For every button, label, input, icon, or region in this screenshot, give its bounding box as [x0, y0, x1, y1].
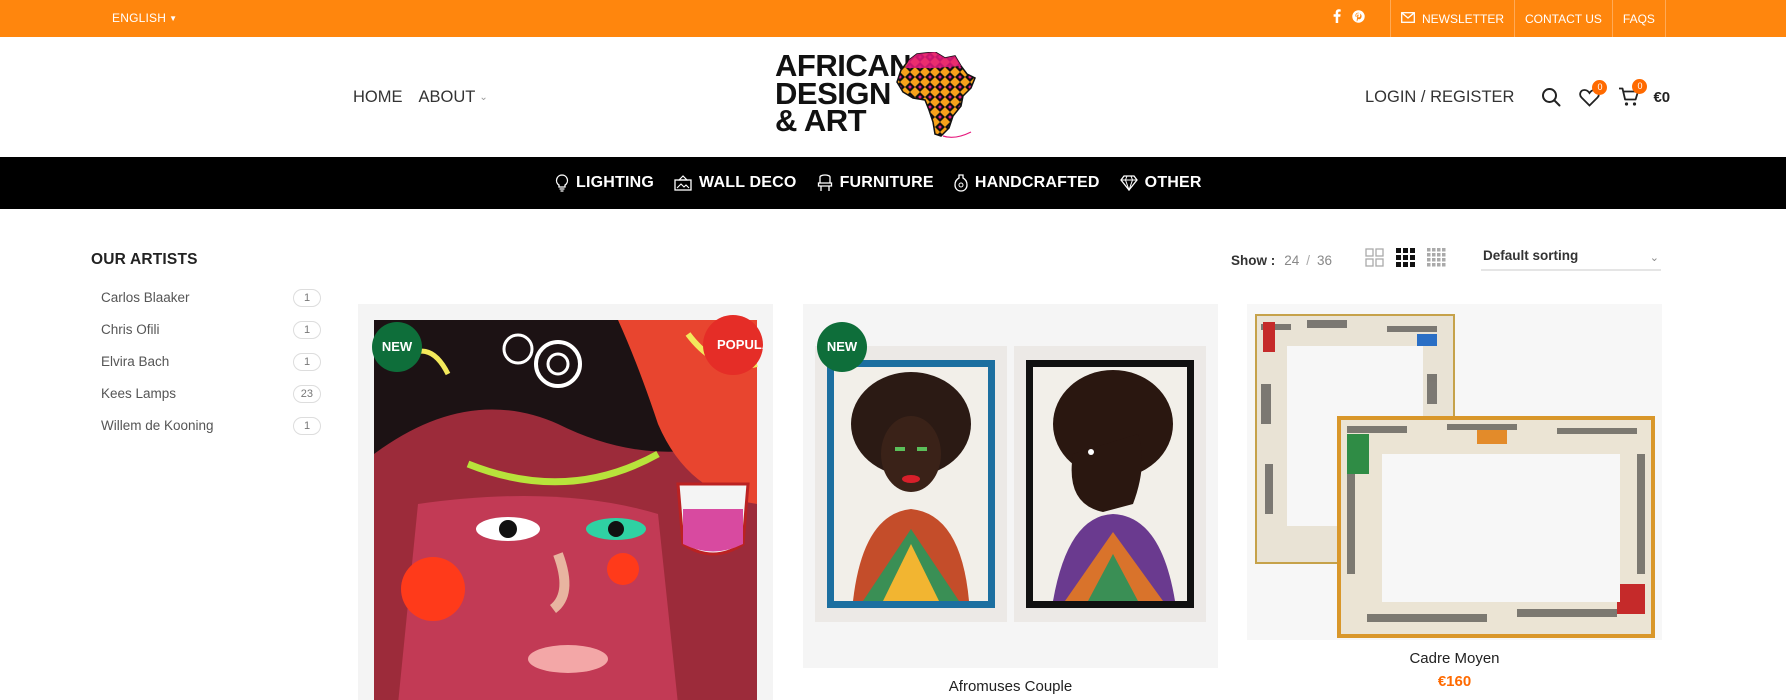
- category-furniture[interactable]: FURNITURE: [817, 174, 934, 192]
- newsletter-label: NEWSLETTER: [1422, 11, 1505, 26]
- artist-list: Carlos Blaaker 1 Chris Ofili 1 Elvira Bach…: [91, 289, 321, 449]
- artist-name: Carlos Blaaker: [101, 290, 190, 305]
- new-badge: NEW: [817, 322, 867, 372]
- sort-select[interactable]: Default sorting ⌄: [1481, 245, 1661, 271]
- artist-name: Willem de Kooning: [101, 418, 214, 433]
- nav-about[interactable]: ABOUT ⌄: [419, 88, 488, 107]
- popular-badge: POPULAR: [703, 315, 763, 375]
- per-page-24[interactable]: 24: [1284, 253, 1299, 268]
- category-nav: LIGHTING WALL DECO FURNITURE HANDCRAFTED…: [555, 157, 1202, 209]
- product-price: €160: [1437, 673, 1472, 690]
- main-nav: HOME ABOUT ⌄: [353, 37, 488, 157]
- per-page-separator: /: [1306, 252, 1311, 268]
- chair-icon: [817, 174, 832, 191]
- contact-us-label: CONTACT US: [1525, 11, 1602, 26]
- logo-text: AFRICAN DESIGN & ART: [775, 50, 912, 138]
- category-label: OTHER: [1144, 174, 1202, 191]
- cart-button[interactable]: 0: [1618, 79, 1648, 107]
- artist-name: Chris Ofili: [101, 322, 160, 337]
- chevron-down-icon: ⌄: [1649, 252, 1659, 264]
- grid-4-columns-icon[interactable]: [1427, 248, 1446, 272]
- search-icon[interactable]: [1541, 87, 1561, 107]
- cart-total[interactable]: €0: [1653, 89, 1670, 106]
- artist-count: 1: [293, 353, 321, 371]
- envelope-icon: [1401, 1, 1415, 37]
- afromuses-couple-image: [803, 304, 1218, 668]
- lightbulb-icon: [555, 174, 569, 192]
- header-actions: LOGIN / REGISTER 0 0 €0: [1365, 37, 1670, 157]
- facebook-icon[interactable]: [1333, 9, 1341, 28]
- category-other[interactable]: OTHER: [1119, 174, 1202, 192]
- social-links: [1333, 0, 1365, 37]
- artists-sidebar: OUR ARTISTS Carlos Blaaker 1 Chris Ofili 1…: [91, 251, 321, 449]
- artist-name: Elvira Bach: [101, 354, 170, 369]
- category-label: LIGHTING: [576, 174, 655, 191]
- new-badge: NEW: [372, 322, 422, 372]
- artist-count: 1: [293, 289, 321, 307]
- artist-count: 1: [293, 321, 321, 339]
- logo-line-3: & ART: [775, 103, 867, 138]
- vase-icon: [954, 174, 968, 192]
- category-handcrafted[interactable]: HANDCRAFTED: [954, 174, 1100, 192]
- product-image[interactable]: NEW POPULAR: [358, 304, 773, 700]
- show-label: Show :: [1231, 252, 1276, 268]
- artist-count: 23: [292, 385, 321, 403]
- artist-item[interactable]: Carlos Blaaker 1: [91, 289, 321, 321]
- picture-frame-icon: [674, 175, 692, 191]
- product-card[interactable]: NEW Afromuses Couple: [803, 304, 1218, 695]
- nav-home-label: HOME: [353, 87, 403, 106]
- product-name[interactable]: Cadre Moyen: [1247, 650, 1662, 667]
- faqs-link[interactable]: FAQS: [1611, 0, 1666, 37]
- sidebar-title: OUR ARTISTS: [91, 251, 198, 268]
- wishlist-button[interactable]: 0: [1579, 79, 1608, 107]
- top-bar: ENGLISH ▼ NEWSLETTER CONTACT US FAQS: [0, 0, 1786, 37]
- artist-item[interactable]: Willem de Kooning 1: [91, 417, 321, 449]
- category-label: HANDCRAFTED: [974, 174, 1100, 191]
- shop-toolbar: Show : 24 / 36 Default sorting ⌄: [1231, 248, 1661, 272]
- chevron-down-icon: ▼: [169, 14, 178, 23]
- grid-3-columns-icon[interactable]: [1396, 248, 1416, 272]
- wishlist-count-badge: 0: [1592, 79, 1608, 95]
- language-selector[interactable]: ENGLISH ▼: [112, 0, 177, 37]
- nav-about-label: ABOUT: [418, 87, 476, 106]
- product-image[interactable]: NEW: [803, 304, 1218, 668]
- product-card[interactable]: Cadre Moyen €160: [1247, 304, 1662, 690]
- category-lighting[interactable]: LIGHTING: [555, 174, 654, 192]
- contact-us-link[interactable]: CONTACT US: [1514, 0, 1612, 37]
- login-register-link[interactable]: LOGIN / REGISTER: [1365, 88, 1514, 107]
- product-card[interactable]: NEW POPULAR: [358, 304, 773, 700]
- artist-count: 1: [293, 417, 321, 435]
- grid-2-columns-icon[interactable]: [1365, 248, 1384, 272]
- product-image[interactable]: [1247, 304, 1662, 640]
- africa-map-icon: [896, 52, 976, 138]
- top-links: NEWSLETTER CONTACT US FAQS: [1390, 0, 1666, 37]
- category-label: FURNITURE: [839, 174, 934, 191]
- nav-home[interactable]: HOME: [353, 88, 403, 107]
- artist-name: Kees Lamps: [101, 386, 177, 401]
- per-page-36[interactable]: 36: [1317, 253, 1332, 268]
- category-label: WALL DECO: [699, 174, 797, 191]
- artist-item[interactable]: Kees Lamps 23: [91, 385, 321, 417]
- cart-count-badge: 0: [1632, 79, 1648, 94]
- sort-selected-label: Default sorting: [1483, 248, 1579, 263]
- artist-item[interactable]: Chris Ofili 1: [91, 321, 321, 353]
- newsletter-link[interactable]: NEWSLETTER: [1390, 0, 1514, 37]
- grid-switcher: [1365, 248, 1446, 272]
- artist-item[interactable]: Elvira Bach 1: [91, 353, 321, 385]
- chevron-down-icon: ⌄: [479, 91, 488, 103]
- pinterest-icon[interactable]: [1352, 9, 1365, 28]
- category-wall-deco[interactable]: WALL DECO: [674, 174, 797, 192]
- cadre-moyen-image: [1247, 304, 1662, 640]
- site-header: HOME ABOUT ⌄ AFRICAN DESIGN & ART LOGIN /…: [0, 37, 1786, 157]
- faqs-label: FAQS: [1622, 11, 1655, 26]
- language-label: ENGLISH: [112, 11, 167, 25]
- category-bar: LIGHTING WALL DECO FURNITURE HANDCRAFTED…: [0, 157, 1786, 209]
- product-name[interactable]: Afromuses Couple: [803, 678, 1218, 695]
- diamond-icon: [1119, 175, 1138, 191]
- site-logo[interactable]: AFRICAN DESIGN & ART: [775, 50, 980, 142]
